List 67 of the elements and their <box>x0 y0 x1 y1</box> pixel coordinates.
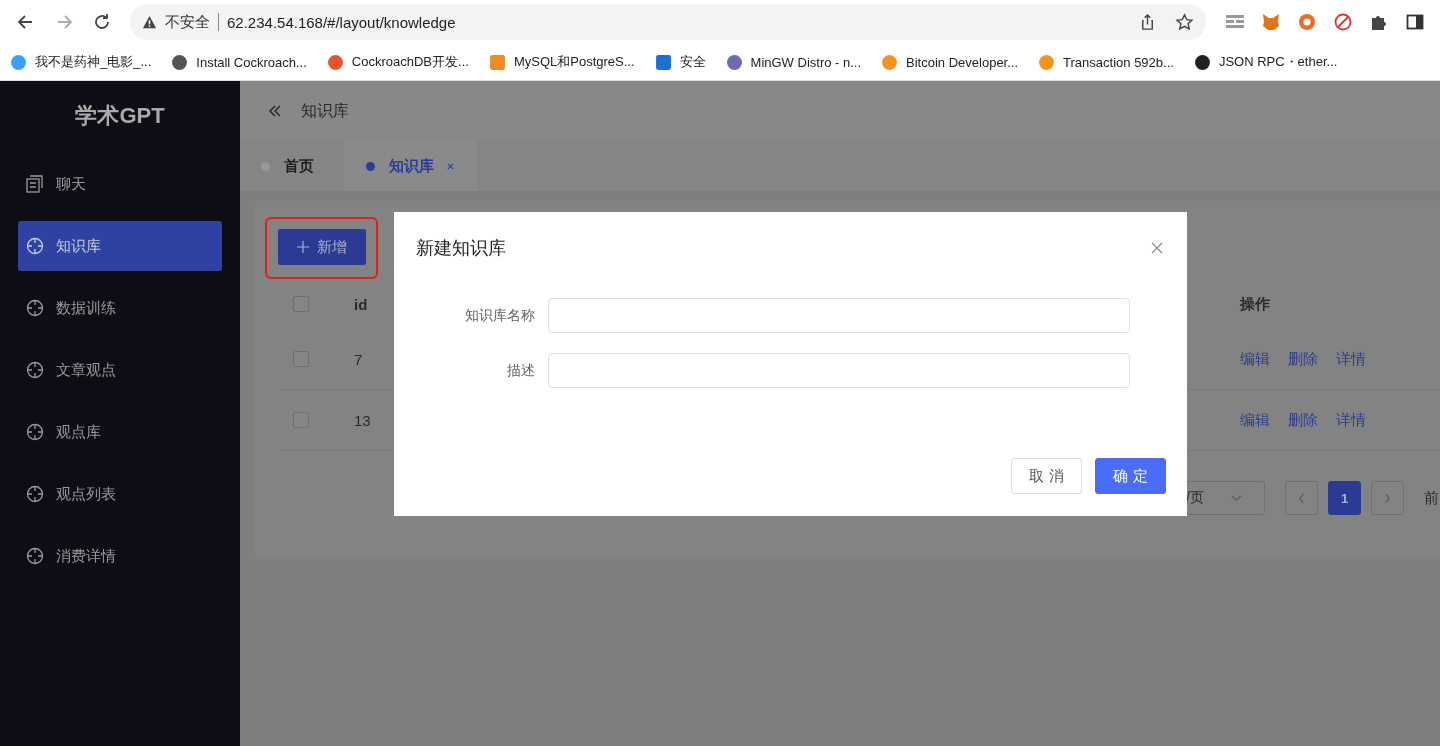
crosshair-icon <box>26 547 44 565</box>
app-logo-text: 学术GPT <box>74 102 166 130</box>
bookmark-link[interactable]: Bitcoin Developer... <box>906 54 1019 70</box>
address-bar[interactable]: 不安全 62.234.54.168/#/layout/knowledge <box>130 4 1206 40</box>
bookmark-favicon-icon <box>1038 53 1056 71</box>
bookmark-link[interactable]: JSON RPC・ether... <box>1218 53 1338 71</box>
dialog-title: 新建知识库 <box>416 237 506 260</box>
bookmark-favicon-icon <box>654 53 672 71</box>
crosshair-icon <box>26 299 44 317</box>
bookmark-favicon-icon <box>488 53 506 71</box>
bookmark-link[interactable]: 我不是药神_电影_... <box>35 53 152 71</box>
star-icon[interactable] <box>1175 12 1194 32</box>
column-header: id <box>354 295 368 313</box>
sidebar-item[interactable]: 消费详情 <box>18 531 222 581</box>
table-cell: 13 <box>354 411 371 429</box>
table-cell: 7 <box>354 350 363 368</box>
add-button[interactable]: 新增 <box>278 229 366 265</box>
crosshair-icon <box>26 485 44 503</box>
reload-icon[interactable] <box>92 12 112 32</box>
page-number[interactable]: 1 <box>1328 481 1361 515</box>
bookmark-link[interactable]: Transaction 592b... <box>1063 54 1174 70</box>
bookmark-favicon-icon <box>881 53 899 71</box>
bookmark-link[interactable]: MinGW Distro - n... <box>750 54 862 70</box>
sidebar-item[interactable]: 观点库 <box>18 407 222 457</box>
column-header: 操作 <box>1240 294 1271 314</box>
fox-extension-icon[interactable] <box>1261 12 1281 32</box>
sidebar-item[interactable]: 知识库 <box>18 221 222 271</box>
bookmark-link[interactable]: 安全 <box>679 53 706 71</box>
sidebar-item[interactable]: 聊天 <box>18 159 222 209</box>
bookmark-link[interactable]: Install Cockroach... <box>196 54 307 70</box>
bookmark-link[interactable]: CockroachDB开发... <box>351 53 469 71</box>
input-field[interactable] <box>548 298 1130 333</box>
breadcrumb-text: 知识库 <box>301 100 349 121</box>
lifebuoy-extension-icon[interactable] <box>1297 12 1317 32</box>
close-icon[interactable] <box>1151 242 1163 254</box>
sidepanel-icon[interactable] <box>1405 12 1425 32</box>
security-label: 不安全 <box>165 12 210 32</box>
bookmark-favicon-icon <box>326 53 344 71</box>
bookmark-favicon-icon <box>171 53 189 71</box>
bookmark-favicon-icon <box>725 53 743 71</box>
chevron-down-icon <box>1231 494 1242 502</box>
sidebar-item[interactable]: 文章观点 <box>18 345 222 395</box>
document-icon <box>26 175 44 193</box>
close-icon[interactable] <box>446 161 455 171</box>
chevron-right-icon <box>1384 492 1391 504</box>
sidebar-item[interactable]: 观点列表 <box>18 469 222 519</box>
page-tab[interactable]: 首页 <box>256 141 336 191</box>
warning-icon <box>142 14 157 30</box>
sidebar-item[interactable]: 数据训练 <box>18 283 222 333</box>
bookmark-favicon-icon <box>10 53 27 71</box>
crosshair-icon <box>26 237 44 255</box>
input-field[interactable] <box>548 353 1130 388</box>
field-label: 知识库名称 <box>464 306 536 325</box>
chevron-left-icon <box>1298 492 1305 504</box>
bookmark-link[interactable]: MySQL和PostgreS... <box>513 53 635 71</box>
crosshair-icon <box>26 361 44 379</box>
confirm-button[interactable]: 确 定 <box>1095 458 1166 494</box>
tab-dot-icon <box>366 161 375 171</box>
field-label: 描述 <box>506 361 536 380</box>
url-text: 62.234.54.168/#/layout/knowledge <box>227 13 456 31</box>
jump-label: 前 <box>1424 488 1439 508</box>
plus-icon <box>297 241 309 253</box>
blocked-extension-icon[interactable] <box>1333 12 1353 32</box>
cancel-button[interactable]: 取 消 <box>1011 458 1082 494</box>
crosshair-icon <box>26 423 44 441</box>
collapse-icon[interactable] <box>267 103 283 119</box>
bookmark-favicon-icon <box>1193 53 1211 71</box>
